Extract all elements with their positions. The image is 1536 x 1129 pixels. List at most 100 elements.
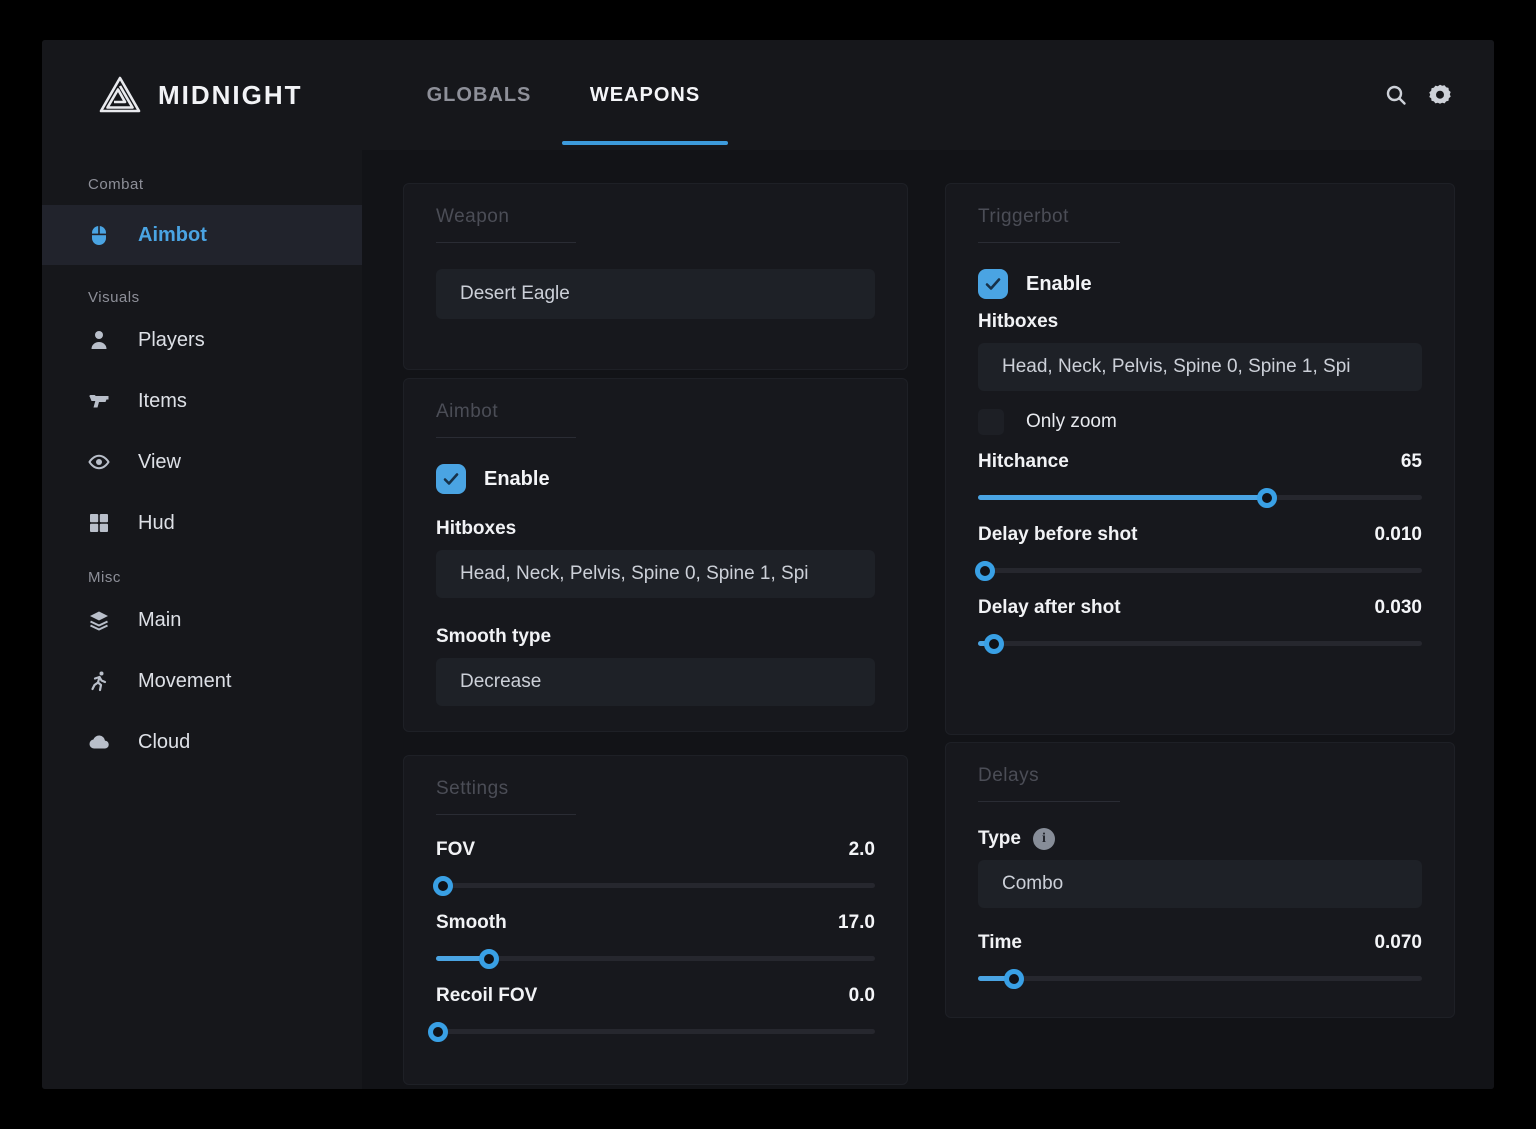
sidebar-item-main[interactable]: Main	[42, 598, 362, 642]
triggerbot-panel: Triggerbot Enable Hitboxes Head, Neck, P…	[945, 183, 1455, 735]
triggerbot-hitboxes-select[interactable]: Head, Neck, Pelvis, Spine 0, Spine 1, Sp…	[978, 343, 1422, 391]
time-slider-knob[interactable]	[1003, 968, 1024, 989]
triggerbot-hitboxes-value: Head, Neck, Pelvis, Spine 0, Spine 1, Sp…	[1002, 356, 1351, 377]
sidebar-item-hud[interactable]: Hud	[42, 501, 362, 545]
sidebar-item-aimbot[interactable]: Aimbot	[42, 205, 362, 265]
hitchance-slider-knob[interactable]	[1256, 487, 1277, 508]
sidebar-item-label: Movement	[138, 669, 232, 692]
settings-gear-icon[interactable]	[1428, 83, 1452, 107]
sidebar-item-label: Hud	[138, 511, 175, 534]
aimbot-smooth-type-select[interactable]: Decrease	[436, 658, 875, 706]
type-select-value: Combo	[1002, 873, 1064, 894]
time-value: 0.070	[1374, 932, 1422, 953]
sidebar-item-items[interactable]: Items	[42, 379, 362, 423]
sidebar: Combat Aimbot Visuals Players Items View…	[42, 150, 362, 1089]
sidebar-item-players[interactable]: Players	[42, 318, 362, 362]
sidebar-item-label: Cloud	[138, 730, 191, 753]
tab-globals[interactable]: GLOBALS	[396, 40, 562, 150]
sidebar-item-label: Main	[138, 608, 182, 631]
info-icon[interactable]: i	[1032, 828, 1055, 850]
divider	[436, 814, 577, 815]
main-content: Weapon Desert Eagle Aimbot Enable Hitbox…	[362, 150, 1494, 1089]
delay-before-shot-slider-track[interactable]	[974, 560, 1422, 581]
fov-value: 2.0	[848, 839, 875, 860]
tab-weapons-label: WEAPONS	[589, 83, 701, 106]
time-label: Time	[978, 932, 1023, 953]
weapon-select[interactable]: Desert Eagle	[436, 269, 875, 319]
fov-slider-track[interactable]	[432, 875, 875, 896]
app-window: MIDNIGHT GLOBALS WEAPONS Combat Aimbot V…	[42, 40, 1494, 1089]
tab-weapons[interactable]: WEAPONS	[562, 40, 728, 150]
search-icon[interactable]	[1384, 83, 1408, 107]
sidebar-item-label: Aimbot	[138, 223, 207, 246]
divider	[436, 437, 577, 438]
type-label: Type	[978, 828, 1021, 849]
tab-globals-label: GLOBALS	[426, 83, 532, 106]
aimbot-smooth-type-label: Smooth type	[436, 626, 552, 647]
sidebar-section-visuals: Visuals	[88, 289, 140, 306]
person-icon	[91, 331, 107, 349]
time-slider-group: Time 0.070	[978, 932, 1422, 989]
delay-before-shot-slider-knob[interactable]	[974, 560, 995, 581]
smooth-label: Smooth	[436, 912, 507, 933]
divider	[436, 242, 577, 243]
sidebar-section-combat: Combat	[88, 176, 144, 193]
fov-slider-knob[interactable]	[432, 875, 453, 896]
divider	[978, 801, 1121, 802]
only-zoom-checkbox[interactable]	[978, 409, 1004, 435]
aimbot-hitboxes-label: Hitboxes	[436, 518, 517, 539]
type-select[interactable]: Combo	[978, 860, 1422, 908]
recoil-fov-slider-track[interactable]	[428, 1021, 875, 1042]
divider	[978, 242, 1121, 243]
smooth-slider-track[interactable]	[436, 948, 875, 969]
triggerbot-enable-label: Enable	[1026, 272, 1092, 295]
slider-fill	[978, 495, 1267, 500]
fov-label: FOV	[436, 839, 476, 860]
sidebar-item-cloud[interactable]: Cloud	[42, 720, 362, 764]
triggerbot-hitboxes-label: Hitboxes	[978, 311, 1059, 332]
aimbot-hitboxes-value: Head, Neck, Pelvis, Spine 0, Spine 1, Sp…	[460, 563, 809, 584]
aimbot-panel: Aimbot Enable Hitboxes Head, Neck, Pelvi…	[403, 378, 908, 732]
delay-after-shot-label: Delay after shot	[978, 597, 1121, 618]
brand: MIDNIGHT	[98, 40, 303, 150]
fov-slider-group: FOV 2.0	[432, 839, 875, 896]
recoil-fov-slider-knob[interactable]	[428, 1021, 449, 1042]
aimbot-hitboxes-select[interactable]: Head, Neck, Pelvis, Spine 0, Spine 1, Sp…	[436, 550, 875, 598]
sidebar-item-label: Players	[138, 328, 205, 351]
recoil-fov-value: 0.0	[848, 985, 875, 1006]
hitchance-slider-group: Hitchance 65	[978, 451, 1422, 508]
time-slider-track[interactable]	[978, 968, 1422, 989]
delay-after-shot-slider-track[interactable]	[978, 633, 1422, 654]
recoil-fov-label: Recoil FOV	[436, 985, 538, 1006]
content-column-left: Weapon Desert Eagle Aimbot Enable Hitbox…	[403, 183, 908, 1089]
sidebar-item-view[interactable]: View	[42, 440, 362, 484]
delay-before-shot-slider-group: Delay before shot 0.010	[974, 524, 1422, 581]
header: MIDNIGHT GLOBALS WEAPONS	[42, 40, 1494, 150]
smooth-slider-knob[interactable]	[478, 948, 499, 969]
smooth-slider-group: Smooth 17.0	[436, 912, 875, 969]
delay-after-shot-value: 0.030	[1374, 597, 1422, 618]
checkmark-icon	[985, 278, 1001, 290]
delay-before-shot-label: Delay before shot	[978, 524, 1138, 545]
recoil-fov-slider-group: Recoil FOV 0.0	[428, 985, 875, 1042]
triggerbot-enable-checkbox[interactable]	[978, 269, 1008, 299]
delay-after-shot-slider-knob[interactable]	[983, 633, 1004, 654]
settings-panel: Settings FOV 2.0 Smooth 17.0 Recoil FOV …	[403, 755, 908, 1085]
aimbot-enable-checkbox[interactable]	[436, 464, 466, 494]
panel-title: Settings	[436, 778, 509, 799]
cloud-icon	[89, 735, 109, 749]
eye-icon	[88, 454, 110, 470]
sidebar-item-movement[interactable]: Movement	[42, 659, 362, 703]
delays-panel: Delays Type i Combo Time 0.070	[945, 742, 1455, 1018]
aimbot-smooth-type-value: Decrease	[460, 671, 542, 692]
sidebar-item-label: Items	[138, 389, 187, 412]
aimbot-enable-row: Enable	[436, 464, 875, 494]
delay-after-shot-slider-group: Delay after shot 0.030	[978, 597, 1422, 654]
runner-icon	[91, 671, 107, 692]
hitchance-slider-track[interactable]	[978, 487, 1422, 508]
mouse-icon	[91, 226, 107, 245]
header-icons	[1384, 40, 1452, 150]
sidebar-item-label: View	[138, 450, 181, 473]
hitchance-value: 65	[1400, 451, 1422, 472]
panel-title: Triggerbot	[978, 206, 1069, 227]
